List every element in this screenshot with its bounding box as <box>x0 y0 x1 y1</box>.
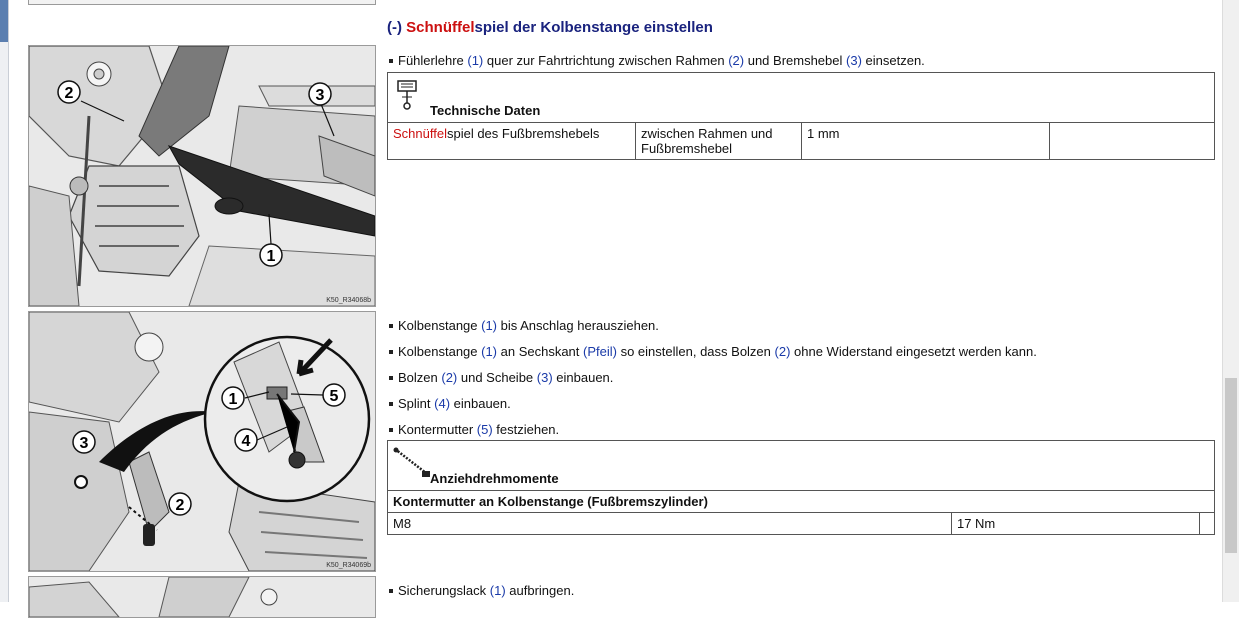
svg-text:1: 1 <box>267 248 276 265</box>
illustration-piston-rod: 1 5 4 3 2 K50_R34069b <box>28 311 376 572</box>
table-subtitle: Kontermutter an Kolbenstange (Fußbremszy… <box>387 490 1215 513</box>
svg-text:3: 3 <box>80 435 89 452</box>
svg-text:4: 4 <box>242 433 251 450</box>
instruction-step: Kolbenstange (1) bis Anschlag herauszieh… <box>387 318 659 333</box>
reference-link[interactable]: (2) <box>728 53 744 68</box>
illustration-drawing: 1 5 4 3 2 <box>29 312 375 571</box>
instruction-step: Kontermutter (5) festziehen. <box>387 422 559 437</box>
image-code: K50_R34069b <box>326 562 371 569</box>
bullet-icon <box>389 375 393 380</box>
illustration-feeler-gauge: 2 3 1 K50_R34068b <box>28 45 376 307</box>
table-cell: 1 mm <box>801 122 1050 160</box>
illustration-locking-agent <box>28 576 376 618</box>
table-cell: M8 <box>387 512 952 535</box>
callout-label: 4 <box>234 428 258 452</box>
bullet-icon <box>389 401 393 406</box>
gauge-icon <box>397 80 417 110</box>
torque-table: Anziehdrehmomente Kontermutter an Kolben… <box>387 440 1216 535</box>
table-cell <box>1198 512 1216 535</box>
svg-text:1: 1 <box>229 391 238 408</box>
illustration-drawing: 2 3 1 <box>29 46 375 306</box>
window-left-edge <box>0 0 9 602</box>
bullet-icon <box>389 58 393 63</box>
previous-image-bottom <box>28 0 376 5</box>
illustration-drawing <box>29 577 375 617</box>
table-header: Technische Daten <box>387 72 1215 123</box>
callout-label: 3 <box>308 82 332 106</box>
reference-link[interactable]: (Pfeil) <box>583 344 617 359</box>
callout-label: 2 <box>57 80 81 104</box>
reference-link[interactable]: (2) <box>441 370 457 385</box>
instruction-step: Kolbenstange (1) an Sechskant (Pfeil) so… <box>387 344 1037 359</box>
vertical-scrollbar[interactable] <box>1222 0 1239 602</box>
technical-data-table: Technische Daten Schnüffelspiel des Fußb… <box>387 72 1215 160</box>
svg-text:2: 2 <box>176 497 185 514</box>
reference-link[interactable]: (1) <box>481 344 497 359</box>
reference-link[interactable]: (1) <box>490 583 506 598</box>
reference-link[interactable]: (3) <box>846 53 862 68</box>
reference-link[interactable]: (3) <box>537 370 553 385</box>
callout-label: 3 <box>72 430 96 454</box>
table-cell: 17 Nm <box>950 512 1200 535</box>
table-cell: Schnüffelspiel des Fußbremshebels <box>387 122 636 160</box>
svg-text:3: 3 <box>316 87 325 104</box>
table-header: Anziehdrehmomente <box>387 440 1215 491</box>
table-row: M8 17 Nm <box>387 512 1216 535</box>
table-row: Schnüffelspiel des Fußbremshebels zwisch… <box>387 122 1215 160</box>
reference-link[interactable]: (1) <box>467 53 483 68</box>
callout-label: 1 <box>259 243 283 267</box>
reference-link[interactable]: (2) <box>775 344 791 359</box>
left-tab[interactable] <box>0 0 8 42</box>
bullet-icon <box>389 323 393 328</box>
bullet-icon <box>389 349 393 354</box>
instruction-step: Bolzen (2) und Scheibe (3) einbauen. <box>387 370 613 385</box>
table-cell: zwischen Rahmen und Fußbremshebel <box>635 122 802 160</box>
callout-label: 5 <box>322 383 346 407</box>
instruction-step: Sicherungslack (1) aufbringen. <box>387 583 574 598</box>
instruction-step: Splint (4) einbauen. <box>387 396 511 411</box>
bullet-icon <box>389 588 393 593</box>
svg-text:5: 5 <box>330 388 339 405</box>
torque-wrench-icon <box>393 447 430 477</box>
table-title: Anziehdrehmomente <box>430 471 559 486</box>
scrollbar-thumb[interactable] <box>1225 378 1237 553</box>
svg-text:2: 2 <box>65 85 74 102</box>
table-cell <box>1049 122 1215 160</box>
callout-label: 1 <box>221 386 245 410</box>
bullet-icon <box>389 427 393 432</box>
reference-link[interactable]: (4) <box>434 396 450 411</box>
image-code: K50_R34068b <box>326 297 371 304</box>
reference-link[interactable]: (1) <box>481 318 497 333</box>
table-title: Technische Daten <box>430 103 541 118</box>
callout-label: 2 <box>168 492 192 516</box>
section-heading: (-) Schnüffelspiel der Kolbenstange eins… <box>387 19 713 36</box>
reference-link[interactable]: (5) <box>477 422 493 437</box>
instruction-step: Fühlerlehre (1) quer zur Fahrtrichtung z… <box>387 53 925 68</box>
